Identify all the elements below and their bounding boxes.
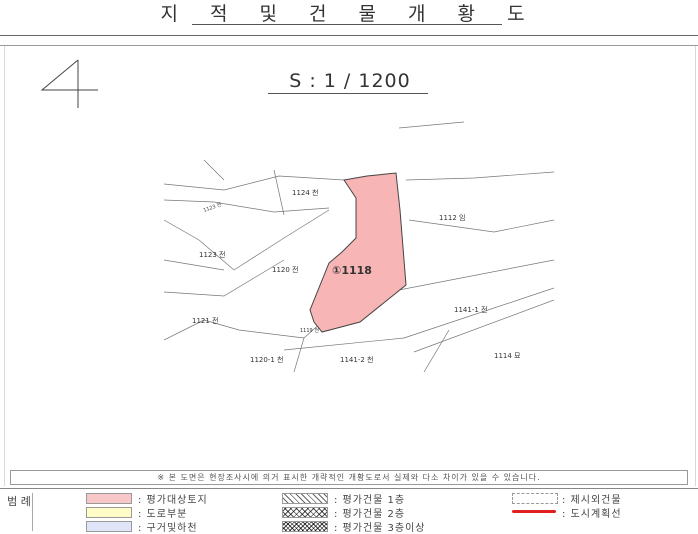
legend-swatch-building-1f [282,493,328,504]
legend-swatch-building-2f [282,507,328,518]
svg-text:1124 천: 1124 천 [292,188,318,197]
svg-text:1141-1 전: 1141-1 전 [454,305,487,314]
svg-text:1120 전: 1120 전 [272,265,298,274]
legend-label-waterway: : 구거및하천 [138,523,198,534]
svg-text:1112 임: 1112 임 [439,214,465,222]
svg-text:1120-1 천: 1120-1 천 [250,355,283,364]
scale-text: S : 1 / 1200 [289,70,411,92]
subject-parcel [309,172,407,333]
legend-swatch-road [86,507,132,518]
legend-label-subject-land: : 평가대상토지 [138,495,208,506]
legend-swatch-planning-line [512,510,556,513]
svg-text:1119 천: 1119 천 [300,327,319,334]
svg-text:1114 묘: 1114 묘 [494,352,521,360]
legend: 범 례 : 평가대상토지 : 도로부분 : 구거및하천 : 평가건물 1층 : … [0,488,698,534]
svg-text:1123 전: 1123 전 [202,201,223,214]
sheet-number-mark [40,59,98,108]
cadastral-map: ①1118 1124 천 1112 임 1123 전 1120 전 1121 전… [164,121,554,372]
legend-label-road: : 도로부분 [138,509,188,520]
legend-label-building-2f: : 평가건물 2층 [334,509,406,520]
legend-label-building-1f: : 평가건물 1층 [334,495,406,506]
title-underline [192,24,502,25]
legend-heading: 범 례 [6,493,33,531]
subject-parcel-label: ①1118 [332,264,372,277]
disclaimer-notice: ※ 본 도면은 현장조사시에 의거 표시한 개략적인 개황도로서 실제와 다소 … [10,470,688,485]
legend-swatch-other-building [512,493,558,504]
scale-underline [268,93,428,94]
svg-text:1121 전: 1121 전 [192,316,218,325]
svg-text:1123 전: 1123 전 [199,250,225,259]
legend-label-other-building: : 제시외건물 [562,495,622,506]
legend-swatch-waterway [86,521,132,532]
sheet-number: 4 [0,0,1,1]
legend-swatch-subject-land [86,493,132,504]
svg-text:1141-2 천: 1141-2 천 [340,355,373,364]
legend-swatch-building-3f [282,521,328,532]
legend-label-building-3f: : 평가건물 3층이상 [334,523,426,534]
legend-label-planning-line: : 도시계획선 [562,509,622,520]
top-rule [0,35,698,36]
